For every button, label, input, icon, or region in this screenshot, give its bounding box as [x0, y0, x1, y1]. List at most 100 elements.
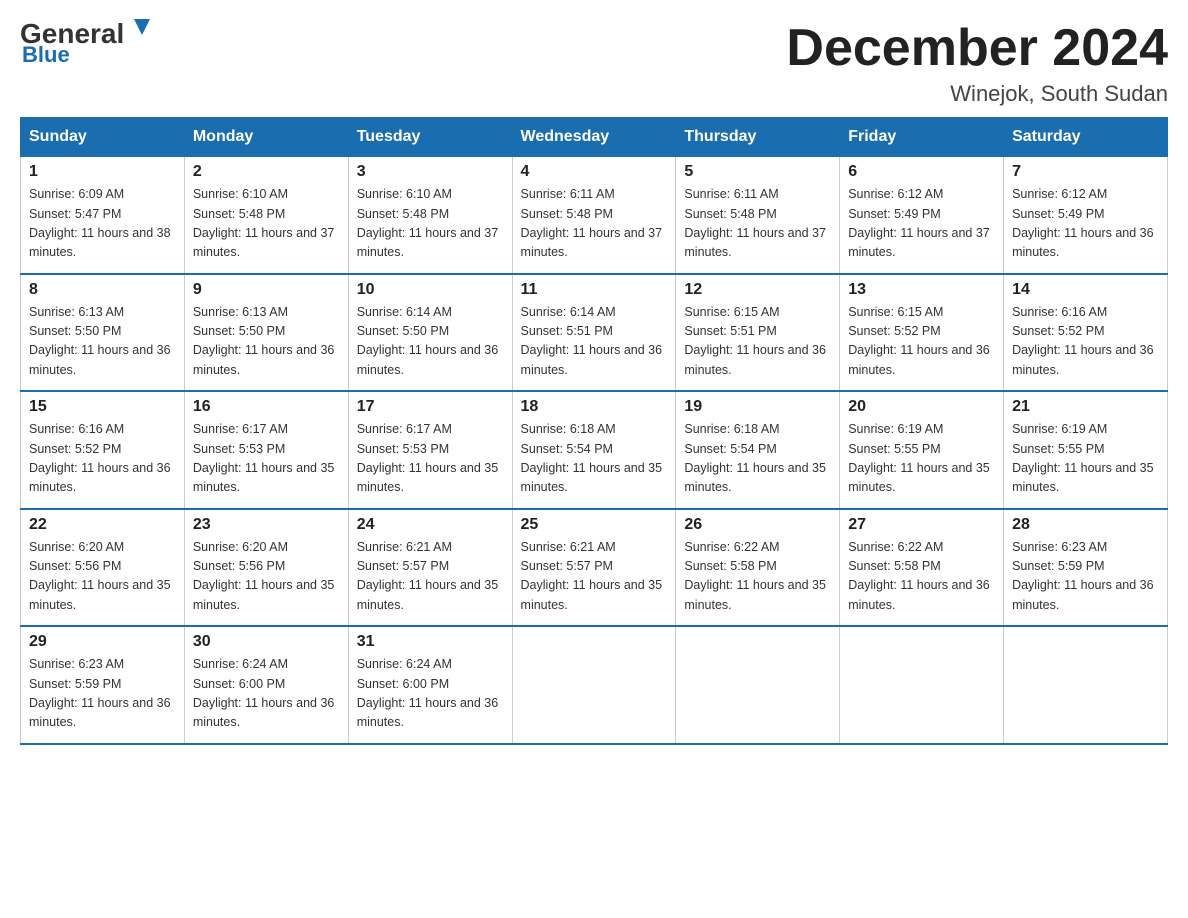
day-number: 15 [29, 398, 176, 416]
table-row: 26 Sunrise: 6:22 AM Sunset: 5:58 PM Dayl… [676, 509, 840, 627]
day-number: 5 [684, 163, 831, 181]
day-number: 1 [29, 163, 176, 181]
page-header: General Blue December 2024 Winejok, Sout… [20, 20, 1168, 107]
day-info: Sunrise: 6:14 AM Sunset: 5:51 PM Dayligh… [521, 303, 668, 381]
day-number: 28 [1012, 516, 1159, 534]
day-info: Sunrise: 6:18 AM Sunset: 5:54 PM Dayligh… [521, 420, 668, 498]
day-info: Sunrise: 6:24 AM Sunset: 6:00 PM Dayligh… [193, 655, 340, 733]
table-row: 8 Sunrise: 6:13 AM Sunset: 5:50 PM Dayli… [21, 274, 185, 392]
day-info: Sunrise: 6:15 AM Sunset: 5:51 PM Dayligh… [684, 303, 831, 381]
day-info: Sunrise: 6:12 AM Sunset: 5:49 PM Dayligh… [1012, 185, 1159, 263]
table-row: 23 Sunrise: 6:20 AM Sunset: 5:56 PM Dayl… [184, 509, 348, 627]
table-row [512, 626, 676, 744]
day-info: Sunrise: 6:19 AM Sunset: 5:55 PM Dayligh… [1012, 420, 1159, 498]
month-title: December 2024 [786, 20, 1168, 77]
day-info: Sunrise: 6:17 AM Sunset: 5:53 PM Dayligh… [357, 420, 504, 498]
table-row: 22 Sunrise: 6:20 AM Sunset: 5:56 PM Dayl… [21, 509, 185, 627]
table-row: 2 Sunrise: 6:10 AM Sunset: 5:48 PM Dayli… [184, 157, 348, 274]
calendar-week-row: 15 Sunrise: 6:16 AM Sunset: 5:52 PM Dayl… [21, 391, 1168, 509]
day-number: 27 [848, 516, 995, 534]
table-row: 19 Sunrise: 6:18 AM Sunset: 5:54 PM Dayl… [676, 391, 840, 509]
day-number: 26 [684, 516, 831, 534]
col-monday: Monday [184, 118, 348, 157]
day-number: 23 [193, 516, 340, 534]
day-info: Sunrise: 6:20 AM Sunset: 5:56 PM Dayligh… [29, 538, 176, 616]
day-number: 3 [357, 163, 504, 181]
table-row [1004, 626, 1168, 744]
table-row: 20 Sunrise: 6:19 AM Sunset: 5:55 PM Dayl… [840, 391, 1004, 509]
day-info: Sunrise: 6:16 AM Sunset: 5:52 PM Dayligh… [1012, 303, 1159, 381]
table-row: 24 Sunrise: 6:21 AM Sunset: 5:57 PM Dayl… [348, 509, 512, 627]
calendar-week-row: 1 Sunrise: 6:09 AM Sunset: 5:47 PM Dayli… [21, 157, 1168, 274]
col-sunday: Sunday [21, 118, 185, 157]
day-info: Sunrise: 6:13 AM Sunset: 5:50 PM Dayligh… [29, 303, 176, 381]
day-number: 17 [357, 398, 504, 416]
day-number: 2 [193, 163, 340, 181]
day-number: 20 [848, 398, 995, 416]
day-number: 7 [1012, 163, 1159, 181]
logo-arrow-icon [128, 15, 156, 43]
table-row: 15 Sunrise: 6:16 AM Sunset: 5:52 PM Dayl… [21, 391, 185, 509]
day-number: 6 [848, 163, 995, 181]
day-number: 10 [357, 281, 504, 299]
day-info: Sunrise: 6:11 AM Sunset: 5:48 PM Dayligh… [521, 185, 668, 263]
day-info: Sunrise: 6:19 AM Sunset: 5:55 PM Dayligh… [848, 420, 995, 498]
table-row: 10 Sunrise: 6:14 AM Sunset: 5:50 PM Dayl… [348, 274, 512, 392]
day-info: Sunrise: 6:10 AM Sunset: 5:48 PM Dayligh… [357, 185, 504, 263]
col-tuesday: Tuesday [348, 118, 512, 157]
table-row: 13 Sunrise: 6:15 AM Sunset: 5:52 PM Dayl… [840, 274, 1004, 392]
day-info: Sunrise: 6:21 AM Sunset: 5:57 PM Dayligh… [357, 538, 504, 616]
logo: General Blue [20, 20, 156, 68]
day-number: 31 [357, 633, 504, 651]
table-row: 3 Sunrise: 6:10 AM Sunset: 5:48 PM Dayli… [348, 157, 512, 274]
day-number: 8 [29, 281, 176, 299]
table-row: 5 Sunrise: 6:11 AM Sunset: 5:48 PM Dayli… [676, 157, 840, 274]
table-row: 28 Sunrise: 6:23 AM Sunset: 5:59 PM Dayl… [1004, 509, 1168, 627]
table-row: 9 Sunrise: 6:13 AM Sunset: 5:50 PM Dayli… [184, 274, 348, 392]
table-row: 31 Sunrise: 6:24 AM Sunset: 6:00 PM Dayl… [348, 626, 512, 744]
day-number: 12 [684, 281, 831, 299]
day-number: 30 [193, 633, 340, 651]
title-area: December 2024 Winejok, South Sudan [786, 20, 1168, 107]
day-info: Sunrise: 6:20 AM Sunset: 5:56 PM Dayligh… [193, 538, 340, 616]
table-row: 7 Sunrise: 6:12 AM Sunset: 5:49 PM Dayli… [1004, 157, 1168, 274]
day-number: 18 [521, 398, 668, 416]
table-row: 4 Sunrise: 6:11 AM Sunset: 5:48 PM Dayli… [512, 157, 676, 274]
day-info: Sunrise: 6:23 AM Sunset: 5:59 PM Dayligh… [1012, 538, 1159, 616]
day-number: 9 [193, 281, 340, 299]
day-info: Sunrise: 6:21 AM Sunset: 5:57 PM Dayligh… [521, 538, 668, 616]
day-info: Sunrise: 6:09 AM Sunset: 5:47 PM Dayligh… [29, 185, 176, 263]
calendar-table: Sunday Monday Tuesday Wednesday Thursday… [20, 117, 1168, 745]
day-number: 29 [29, 633, 176, 651]
day-number: 16 [193, 398, 340, 416]
day-number: 4 [521, 163, 668, 181]
day-info: Sunrise: 6:22 AM Sunset: 5:58 PM Dayligh… [684, 538, 831, 616]
day-number: 14 [1012, 281, 1159, 299]
col-friday: Friday [840, 118, 1004, 157]
table-row: 25 Sunrise: 6:21 AM Sunset: 5:57 PM Dayl… [512, 509, 676, 627]
day-info: Sunrise: 6:16 AM Sunset: 5:52 PM Dayligh… [29, 420, 176, 498]
location: Winejok, South Sudan [786, 81, 1168, 107]
calendar-week-row: 8 Sunrise: 6:13 AM Sunset: 5:50 PM Dayli… [21, 274, 1168, 392]
day-number: 11 [521, 281, 668, 299]
table-row: 6 Sunrise: 6:12 AM Sunset: 5:49 PM Dayli… [840, 157, 1004, 274]
table-row [676, 626, 840, 744]
day-info: Sunrise: 6:14 AM Sunset: 5:50 PM Dayligh… [357, 303, 504, 381]
day-number: 22 [29, 516, 176, 534]
day-info: Sunrise: 6:17 AM Sunset: 5:53 PM Dayligh… [193, 420, 340, 498]
table-row [840, 626, 1004, 744]
table-row: 1 Sunrise: 6:09 AM Sunset: 5:47 PM Dayli… [21, 157, 185, 274]
day-info: Sunrise: 6:18 AM Sunset: 5:54 PM Dayligh… [684, 420, 831, 498]
day-info: Sunrise: 6:11 AM Sunset: 5:48 PM Dayligh… [684, 185, 831, 263]
day-info: Sunrise: 6:24 AM Sunset: 6:00 PM Dayligh… [357, 655, 504, 733]
calendar-week-row: 22 Sunrise: 6:20 AM Sunset: 5:56 PM Dayl… [21, 509, 1168, 627]
day-number: 21 [1012, 398, 1159, 416]
col-saturday: Saturday [1004, 118, 1168, 157]
day-info: Sunrise: 6:15 AM Sunset: 5:52 PM Dayligh… [848, 303, 995, 381]
col-thursday: Thursday [676, 118, 840, 157]
day-info: Sunrise: 6:13 AM Sunset: 5:50 PM Dayligh… [193, 303, 340, 381]
table-row: 14 Sunrise: 6:16 AM Sunset: 5:52 PM Dayl… [1004, 274, 1168, 392]
calendar-week-row: 29 Sunrise: 6:23 AM Sunset: 5:59 PM Dayl… [21, 626, 1168, 744]
day-number: 25 [521, 516, 668, 534]
logo-blue: Blue [22, 42, 70, 67]
